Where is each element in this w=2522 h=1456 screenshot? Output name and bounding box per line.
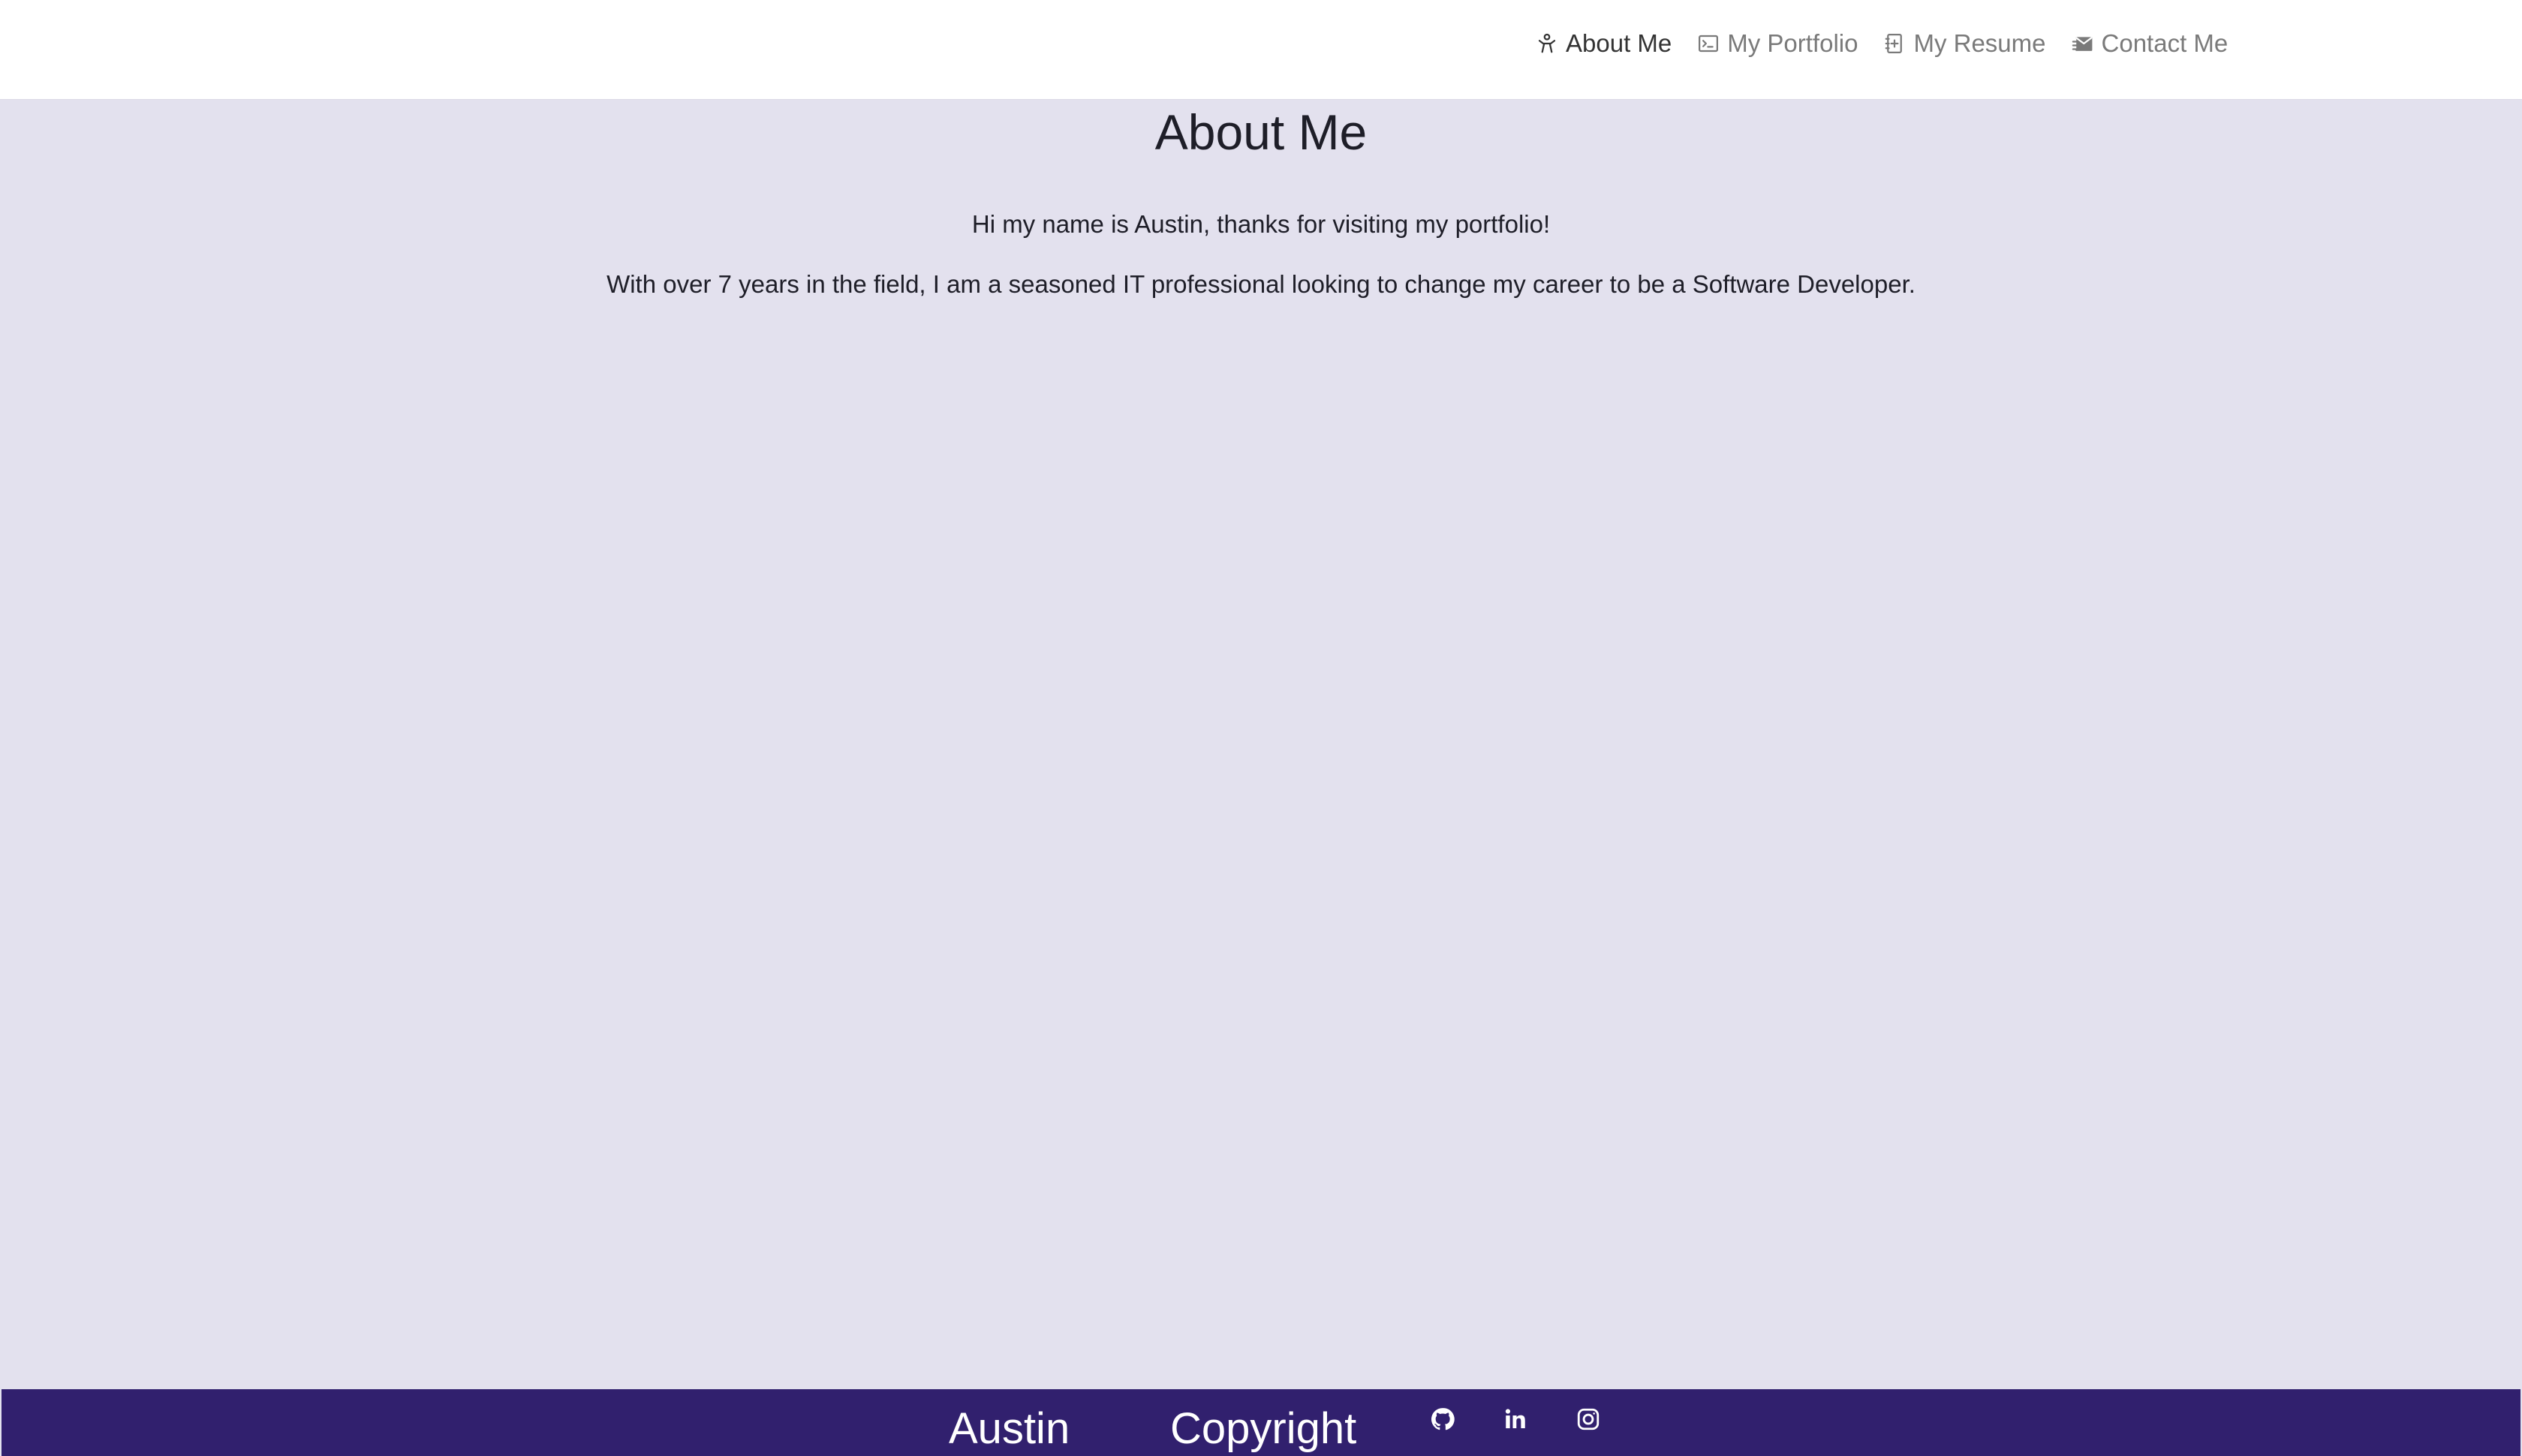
about-section: About Me Hi my name is Austin, thanks fo…: [0, 100, 2522, 1389]
nav-item-about-me[interactable]: About Me: [1536, 29, 1672, 58]
top-navbar: About Me My Portfolio My Resume Contact …: [0, 0, 2522, 100]
footer-copyright: Copyright: [1170, 1404, 1357, 1453]
nav-links: About Me My Portfolio My Resume Contact …: [1536, 26, 2228, 62]
mail-icon: [2072, 37, 2092, 51]
person-icon: [1538, 33, 1556, 53]
footer: Austin Copyright: [2, 1389, 2520, 1456]
nav-item-label: Contact Me: [2101, 29, 2229, 57]
terminal-icon: [1699, 35, 1719, 53]
github-icon: [1431, 1408, 1455, 1430]
nav-item-label: My Portfolio: [1727, 29, 1858, 57]
linkedin-icon: [1505, 1409, 1525, 1429]
intro-paragraph: Hi my name is Austin, thanks for visitin…: [971, 210, 1551, 238]
document-icon: [1885, 34, 1903, 53]
nav-item-label: My Resume: [1913, 29, 2046, 57]
linkedin-link[interactable]: [1500, 1404, 1530, 1434]
nav-item-label: About Me: [1566, 29, 1672, 57]
instagram-link[interactable]: [1573, 1404, 1603, 1434]
career-paragraph: With over 7 years in the field, I am a s…: [606, 270, 1916, 298]
footer-name: Austin: [949, 1404, 1070, 1453]
nav-item-contact-me[interactable]: Contact Me: [2072, 29, 2229, 58]
instagram-icon: [1577, 1408, 1600, 1430]
nav-item-my-portfolio[interactable]: My Portfolio: [1697, 29, 1858, 58]
page-title: About Me: [1154, 104, 1368, 160]
github-link[interactable]: [1428, 1404, 1458, 1434]
nav-item-my-resume[interactable]: My Resume: [1883, 29, 2046, 58]
